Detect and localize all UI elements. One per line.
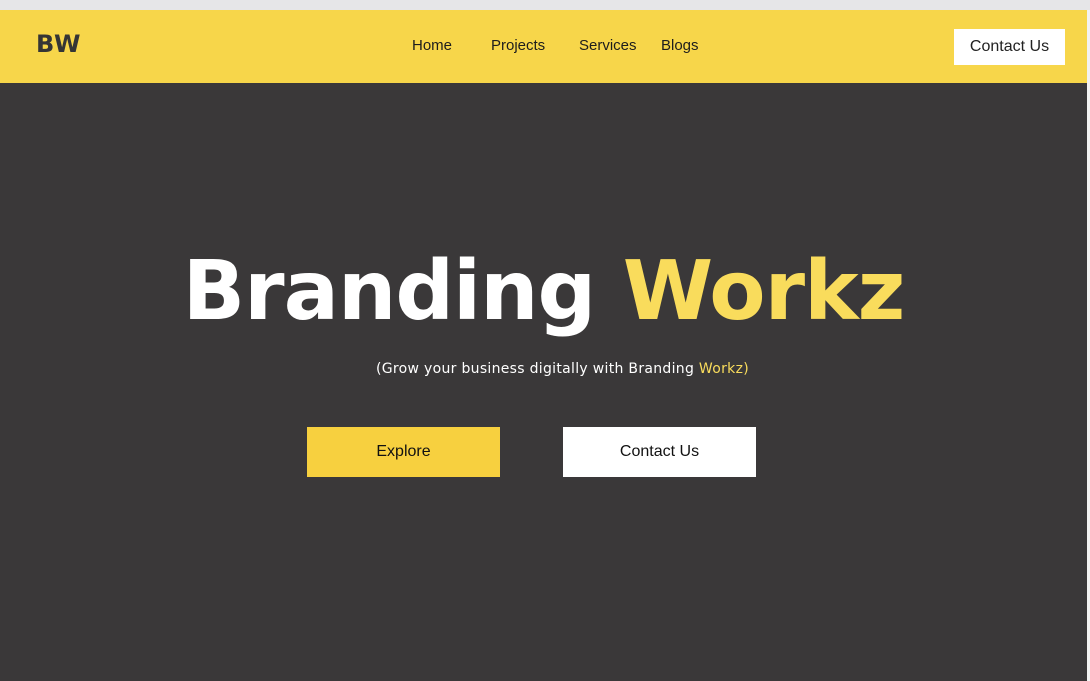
hero-subtitle-prefix: (Grow your business digitally with Brand… [376,361,699,377]
header-contact-button[interactable]: Contact Us [954,29,1065,65]
nav-link-blogs[interactable]: Blogs [661,37,699,55]
hero-section: Branding Workz (Grow your business digit… [0,83,1087,681]
nav-link-home[interactable]: Home [412,37,452,55]
hero-title: Branding Workz [0,240,1087,344]
nav-link-services[interactable]: Services [579,37,637,55]
hero-title-main: Branding [182,244,597,339]
nav-link-projects[interactable]: Projects [491,37,545,55]
explore-button[interactable]: Explore [307,427,500,477]
hero-title-accent: Workz [622,244,906,339]
navbar: BW Home Projects Services Blogs Contact … [0,10,1087,83]
hero-subtitle-suffix: ) [743,361,749,377]
hero-contact-button[interactable]: Contact Us [563,427,756,477]
browser-top-strip [0,0,1090,10]
hero-subtitle-accent: Workz [698,361,744,377]
hero-subtitle: (Grow your business digitally with Brand… [0,359,1090,379]
brand-logo[interactable]: BW [36,30,81,58]
